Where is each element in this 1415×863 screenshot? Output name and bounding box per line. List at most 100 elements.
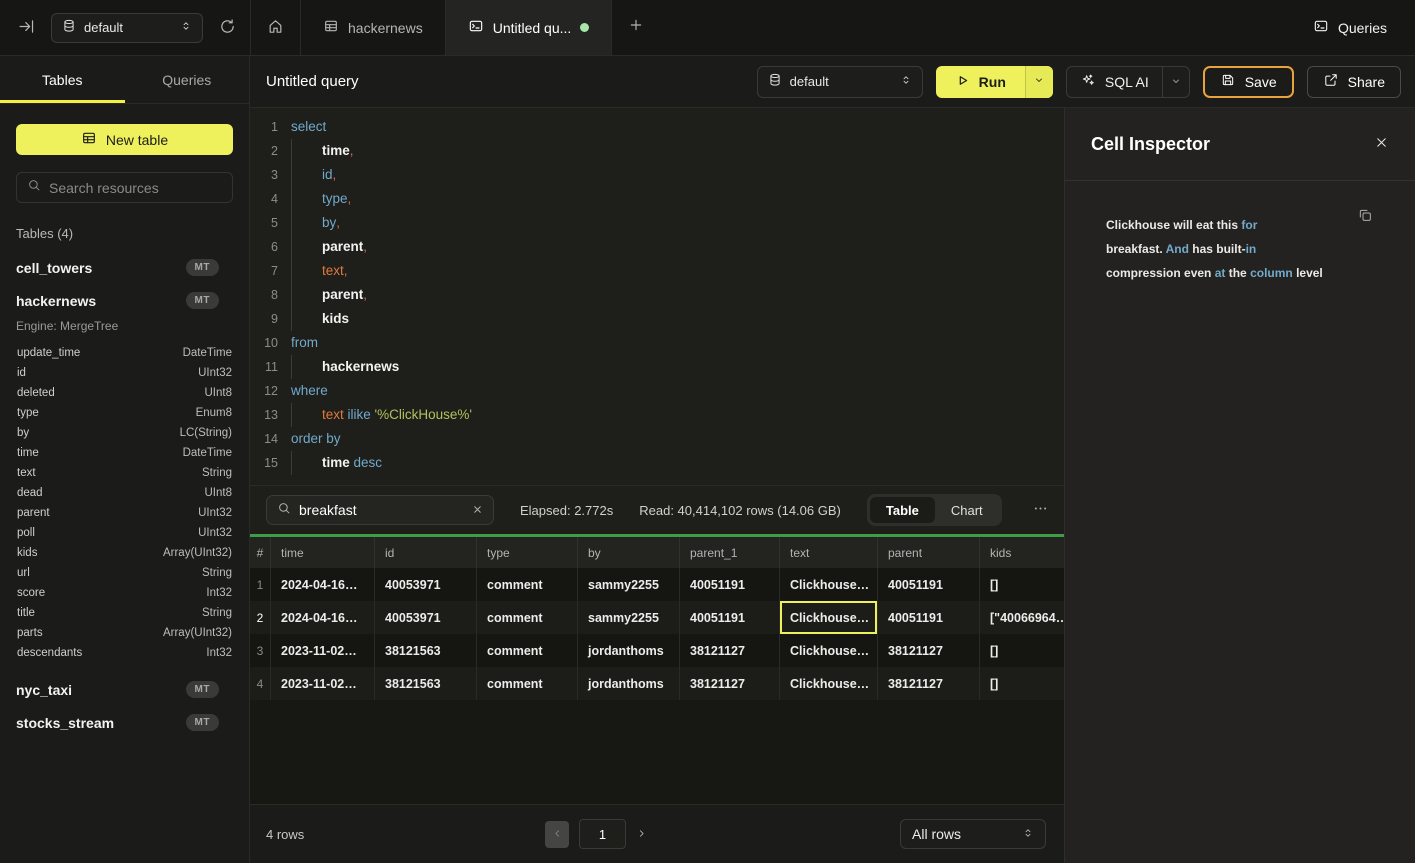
column-item[interactable]: typeEnum8 (0, 403, 249, 423)
editor-line[interactable]: 10from (250, 331, 1064, 355)
column-item[interactable]: timeDateTime (0, 443, 249, 463)
table-cell[interactable]: comment (477, 667, 578, 700)
editor-line[interactable]: 6parent, (250, 235, 1064, 259)
editor-line[interactable]: 14order by (250, 427, 1064, 451)
column-item[interactable]: descendantsInt32 (0, 643, 249, 663)
sql-ai-main[interactable]: SQL AI (1067, 72, 1162, 91)
column-item[interactable]: idUInt32 (0, 363, 249, 383)
table-cell[interactable]: sammy2255 (578, 601, 680, 634)
sql-editor[interactable]: 1select2time,3id,4type,5by,6parent,7text… (250, 108, 1064, 485)
column-item[interactable]: urlString (0, 563, 249, 583)
column-item[interactable]: byLC(String) (0, 423, 249, 443)
table-cell[interactable]: comment (477, 601, 578, 634)
sql-ai-button[interactable]: SQL AI (1066, 66, 1190, 98)
results-search-input[interactable] (299, 502, 464, 518)
table-cell[interactable]: [] (980, 634, 1064, 667)
table-cell[interactable]: [] (980, 667, 1064, 700)
sidebar-tab-queries[interactable]: Queries (125, 56, 250, 103)
prev-page-button[interactable] (545, 821, 569, 848)
queries-button[interactable]: Queries (1313, 18, 1387, 37)
table-cell[interactable]: 38121127 (878, 634, 980, 667)
table-header-cell[interactable]: time (271, 537, 375, 568)
table-cell[interactable]: comment (477, 568, 578, 601)
results-more-button[interactable] (1032, 500, 1049, 520)
topbar-database-selector[interactable]: default (51, 13, 203, 43)
new-tab-button[interactable] (612, 0, 660, 55)
editor-line[interactable]: 15time desc (250, 451, 1064, 475)
sql-ai-dropdown[interactable] (1163, 74, 1189, 90)
editor-line[interactable]: 3id, (250, 163, 1064, 187)
table-header-cell[interactable]: # (250, 537, 271, 568)
editor-line[interactable]: 1select (250, 115, 1064, 139)
editor-line[interactable]: 13text ilike '%ClickHouse%' (250, 403, 1064, 427)
tab-untitled-query[interactable]: Untitled qu... (446, 0, 613, 55)
column-item[interactable]: textString (0, 463, 249, 483)
copy-cell-button[interactable] (1357, 207, 1373, 226)
page-number-input[interactable] (579, 819, 626, 849)
table-cell[interactable]: 40053971 (375, 601, 477, 634)
column-item[interactable]: deletedUInt8 (0, 383, 249, 403)
table-cell[interactable]: 2023-11-02… (271, 667, 375, 700)
sidebar-table-nyc-taxi[interactable]: nyc_taxi MT (0, 673, 249, 706)
editor-line[interactable]: 11hackernews (250, 355, 1064, 379)
page-size-selector[interactable]: All rows (900, 819, 1046, 849)
run-dropdown[interactable] (1026, 66, 1053, 98)
table-cell[interactable]: 2023-11-02… (271, 634, 375, 667)
column-item[interactable]: titleString (0, 603, 249, 623)
table-cell[interactable]: jordanthoms (578, 634, 680, 667)
table-header-cell[interactable]: text (780, 537, 878, 568)
table-header-cell[interactable]: parent (878, 537, 980, 568)
table-cell[interactable]: 40051191 (878, 568, 980, 601)
table-cell[interactable]: 38121127 (878, 667, 980, 700)
column-item[interactable]: partsArray(UInt32) (0, 623, 249, 643)
table-cell[interactable]: sammy2255 (578, 568, 680, 601)
editor-line[interactable]: 5by, (250, 211, 1064, 235)
query-database-selector[interactable]: default (757, 66, 923, 98)
table-cell[interactable]: 40051191 (680, 568, 780, 601)
table-cell[interactable]: 40053971 (375, 568, 477, 601)
editor-line[interactable]: 12where (250, 379, 1064, 403)
collapse-sidebar-button[interactable] (18, 18, 35, 38)
table-cell[interactable]: 2024-04-16… (271, 568, 375, 601)
table-header-cell[interactable]: parent_1 (680, 537, 780, 568)
editor-line[interactable]: 9kids (250, 307, 1064, 331)
table-cell[interactable]: jordanthoms (578, 667, 680, 700)
editor-line[interactable]: 2time, (250, 139, 1064, 163)
sidebar-table-hackernews[interactable]: hackernews MT (0, 284, 249, 317)
clear-search-button[interactable] (472, 503, 483, 518)
table-cell[interactable]: 40051191 (878, 601, 980, 634)
sidebar-table-stocks-stream[interactable]: stocks_stream MT (0, 706, 249, 739)
close-inspector-button[interactable] (1374, 135, 1389, 153)
table-header-cell[interactable]: id (375, 537, 477, 568)
table-cell[interactable]: comment (477, 634, 578, 667)
editor-line[interactable]: 4type, (250, 187, 1064, 211)
sidebar-search-input[interactable] (49, 180, 222, 196)
save-button[interactable]: Save (1203, 66, 1294, 98)
tab-home[interactable] (250, 0, 301, 55)
next-page-button[interactable] (636, 827, 647, 842)
table-cell[interactable]: ["40066964… (980, 601, 1064, 634)
table-cell[interactable]: 38121127 (680, 667, 780, 700)
column-item[interactable]: update_timeDateTime (0, 343, 249, 363)
sidebar-table-cell-towers[interactable]: cell_towers MT (0, 251, 249, 284)
table-cell[interactable]: Clickhouse… (780, 568, 878, 601)
table-header-cell[interactable]: by (578, 537, 680, 568)
column-item[interactable]: kidsArray(UInt32) (0, 543, 249, 563)
view-toggle-chart[interactable]: Chart (935, 497, 999, 523)
table-header-cell[interactable]: kids (980, 537, 1064, 568)
sidebar-tab-tables[interactable]: Tables (0, 56, 125, 103)
table-header-cell[interactable]: type (477, 537, 578, 568)
table-cell[interactable]: Clickhouse… (780, 667, 878, 700)
table-cell[interactable]: 38121563 (375, 667, 477, 700)
run-button[interactable]: Run (936, 66, 1053, 98)
share-button[interactable]: Share (1307, 66, 1401, 98)
table-cell[interactable]: 2024-04-16… (271, 601, 375, 634)
editor-line[interactable]: 7text, (250, 259, 1064, 283)
table-cell[interactable]: 38121563 (375, 634, 477, 667)
refresh-button[interactable] (219, 18, 236, 38)
table-cell[interactable]: [] (980, 568, 1064, 601)
tab-hackernews[interactable]: hackernews (301, 0, 446, 55)
table-cell[interactable]: Clickhouse… (780, 634, 878, 667)
column-item[interactable]: parentUInt32 (0, 503, 249, 523)
table-cell[interactable]: Clickhouse… (780, 601, 878, 634)
